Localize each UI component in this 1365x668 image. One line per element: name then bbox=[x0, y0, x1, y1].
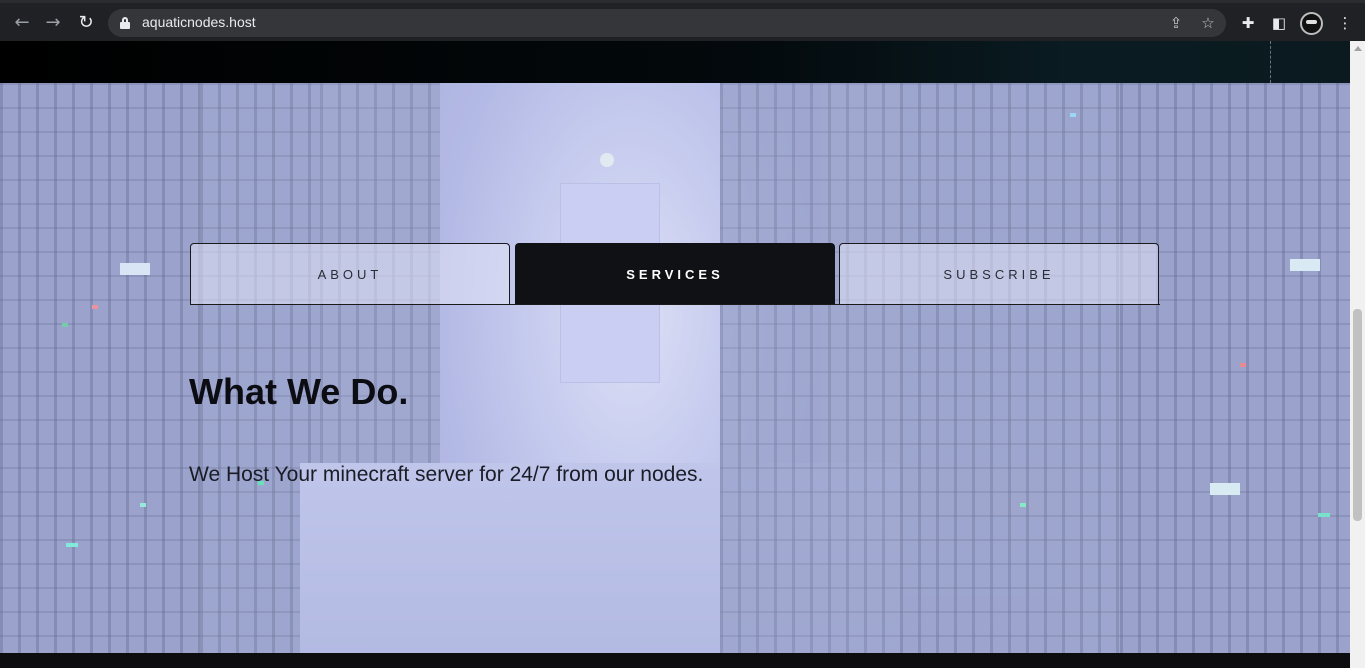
hero-tint-overlay bbox=[0, 83, 1350, 653]
tab-subscribe[interactable]: SUBSCRIBE bbox=[839, 243, 1159, 304]
footer-band bbox=[0, 653, 1350, 668]
section-description: We Host Your minecraft server for 24/7 f… bbox=[189, 463, 704, 486]
side-panel-icon[interactable]: ◧ bbox=[1267, 11, 1291, 35]
section-title: What We Do. bbox=[189, 371, 409, 412]
scroll-up-arrow-icon[interactable] bbox=[1354, 46, 1362, 51]
address-bar[interactable]: aquaticnodes.host ⇪ ☆ bbox=[108, 9, 1226, 37]
share-icon[interactable]: ⇪ bbox=[1165, 13, 1187, 33]
page-viewport: ABOUT SERVICES SUBSCRIBE What We Do. We … bbox=[0, 41, 1350, 668]
reload-icon[interactable]: ↻ bbox=[73, 9, 99, 35]
hero-background bbox=[0, 83, 1350, 653]
tab-bar: ABOUT SERVICES SUBSCRIBE bbox=[190, 243, 1160, 305]
profile-avatar[interactable] bbox=[1300, 12, 1323, 35]
header-band bbox=[0, 41, 1350, 83]
scrollbar-thumb[interactable] bbox=[1353, 309, 1362, 521]
forward-arrow-icon[interactable]: → bbox=[40, 9, 66, 35]
bookmark-star-icon[interactable]: ☆ bbox=[1197, 13, 1219, 33]
browser-toolbar: ← → ↻ aquaticnodes.host ⇪ ☆ ✚ ◧ ⋮ bbox=[0, 0, 1365, 41]
tab-about[interactable]: ABOUT bbox=[190, 243, 510, 304]
extensions-icon[interactable]: ✚ bbox=[1236, 11, 1260, 35]
tab-services[interactable]: SERVICES bbox=[515, 243, 835, 304]
url-text[interactable]: aquaticnodes.host bbox=[142, 14, 256, 30]
menu-kebab-icon[interactable]: ⋮ bbox=[1333, 11, 1357, 35]
back-arrow-icon[interactable]: ← bbox=[9, 9, 35, 35]
dashed-divider bbox=[1270, 41, 1271, 83]
page-scrollbar[interactable] bbox=[1350, 41, 1365, 668]
lock-icon[interactable] bbox=[120, 17, 130, 29]
